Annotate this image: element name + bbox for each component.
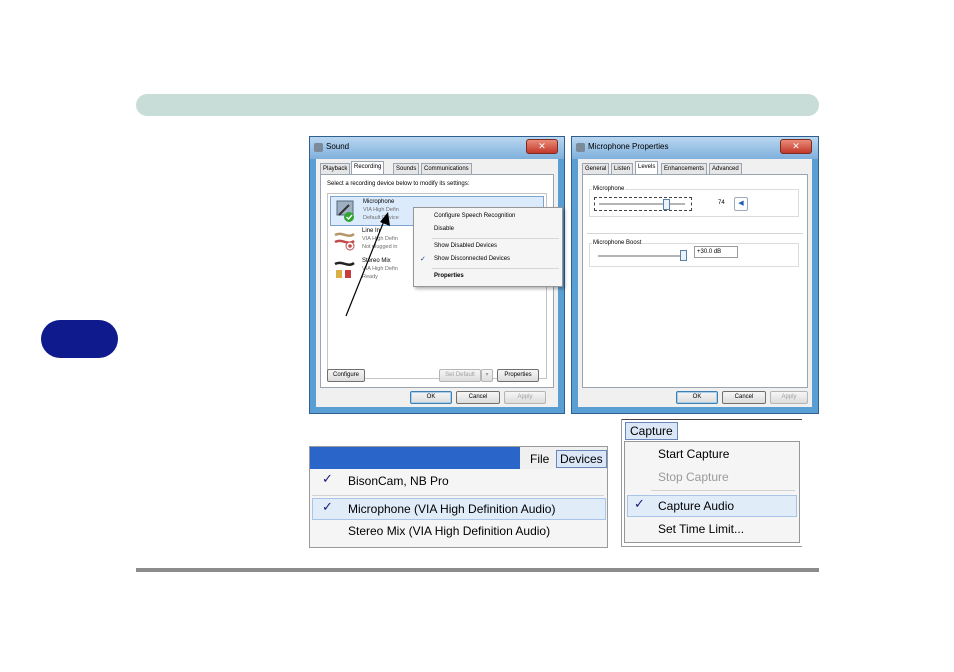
menu-item-start-capture[interactable]: Start Capture [658,447,729,461]
slider-track [599,203,685,205]
title-bar: Sound ✕ [310,137,564,159]
check-icon: ✓ [634,496,645,511]
set-default-dropdown[interactable]: ▾ [481,369,493,382]
ok-button[interactable]: OK [676,391,718,404]
menubar: File Devices [310,447,607,469]
check-icon: ✓ [322,499,333,514]
check-icon: ✓ [420,256,426,263]
microphone-boost-group: Microphone Boost +30.0 dB [589,240,799,267]
menu-item-configure-speech[interactable]: Configure Speech Recognition [434,213,515,219]
menu-file[interactable]: File [530,452,549,466]
menu-item-properties[interactable]: Properties [434,273,464,279]
microphone-level-value: 74 [718,200,725,206]
dialog-body: General Listen Levels Enhancements Advan… [578,159,812,407]
pointer-arrow [345,212,390,317]
menu-item-capture-audio[interactable]: Capture Audio [658,499,734,513]
boost-value: +30.0 dB [694,246,738,258]
window-title: Sound [326,142,350,151]
speaker-icon [314,143,323,152]
menu-item-bisoncam[interactable]: BisonCam, NB Pro [348,474,449,488]
menu-separator [432,268,559,269]
microphone-boost-label: Microphone Boost [592,240,643,246]
context-menu: Configure Speech Recognition Disable Sho… [413,207,563,287]
menu-item-stop-capture[interactable]: Stop Capture [658,470,729,484]
chapter-tab [41,320,118,358]
tab-recording[interactable]: Recording [351,161,385,174]
microphone-properties-dialog: Microphone Properties ✕ General Listen L… [571,136,819,414]
microphone-label: Microphone [592,186,626,192]
check-icon: ✓ [322,471,333,486]
configure-button[interactable]: Configure [327,369,365,382]
cancel-button[interactable]: Cancel [722,391,766,404]
microphone-group: Microphone 74 ◀ [589,186,799,217]
menu-item-disable[interactable]: Disable [434,226,454,232]
levels-panel: Microphone 74 ◀ Microphone Boost +30.0 d… [582,174,808,388]
devices-menu-screenshot: File Devices ✓ BisonCam, NB Pro ✓ Microp… [309,446,608,548]
menu-devices[interactable]: Devices [556,450,607,468]
menu-item-set-time-limit[interactable]: Set Time Limit... [658,522,744,536]
title-bar: Microphone Properties ✕ [572,137,818,159]
header-bar [136,94,819,116]
footer-rule [136,568,819,572]
capture-dropdown: Start Capture Stop Capture ✓ Capture Aud… [624,441,800,543]
capture-menu-screenshot: Capture Start Capture Stop Capture ✓ Cap… [621,419,802,547]
menu-separator [312,495,604,496]
boost-slider-track [598,255,684,257]
section-divider [587,233,803,234]
devices-dropdown: ✓ BisonCam, NB Pro ✓ Microphone (VIA Hig… [310,469,607,547]
close-button[interactable]: ✕ [780,139,812,154]
tab-levels[interactable]: Levels [635,161,659,174]
top-edge [622,419,802,420]
apply-button[interactable]: Apply [770,391,808,404]
menu-item-stereo-mix[interactable]: Stereo Mix (VIA High Definition Audio) [348,524,550,538]
menu-item-show-disabled[interactable]: Show Disabled Devices [434,243,497,249]
set-default-button[interactable]: Set Default [439,369,481,382]
menu-capture[interactable]: Capture [625,422,678,440]
cancel-button[interactable]: Cancel [456,391,500,404]
apply-button[interactable]: Apply [504,391,546,404]
microphone-slider[interactable] [594,197,692,211]
speaker-mute-icon[interactable]: ◀ [734,197,748,211]
boost-slider-thumb[interactable] [680,250,687,261]
instruction-text: Select a recording device below to modif… [327,181,470,187]
properties-button[interactable]: Properties [497,369,539,382]
ok-button[interactable]: OK [410,391,452,404]
close-button[interactable]: ✕ [526,139,558,154]
device-name: Microphone [363,199,395,205]
menu-separator [651,490,795,491]
menu-item-microphone[interactable]: Microphone (VIA High Definition Audio) [348,502,555,516]
microphone-icon [576,143,585,152]
menu-item-show-disconnected[interactable]: Show Disconnected Devices [434,256,510,262]
slider-thumb[interactable] [663,199,670,210]
menu-separator [432,238,559,239]
window-title: Microphone Properties [588,142,669,151]
